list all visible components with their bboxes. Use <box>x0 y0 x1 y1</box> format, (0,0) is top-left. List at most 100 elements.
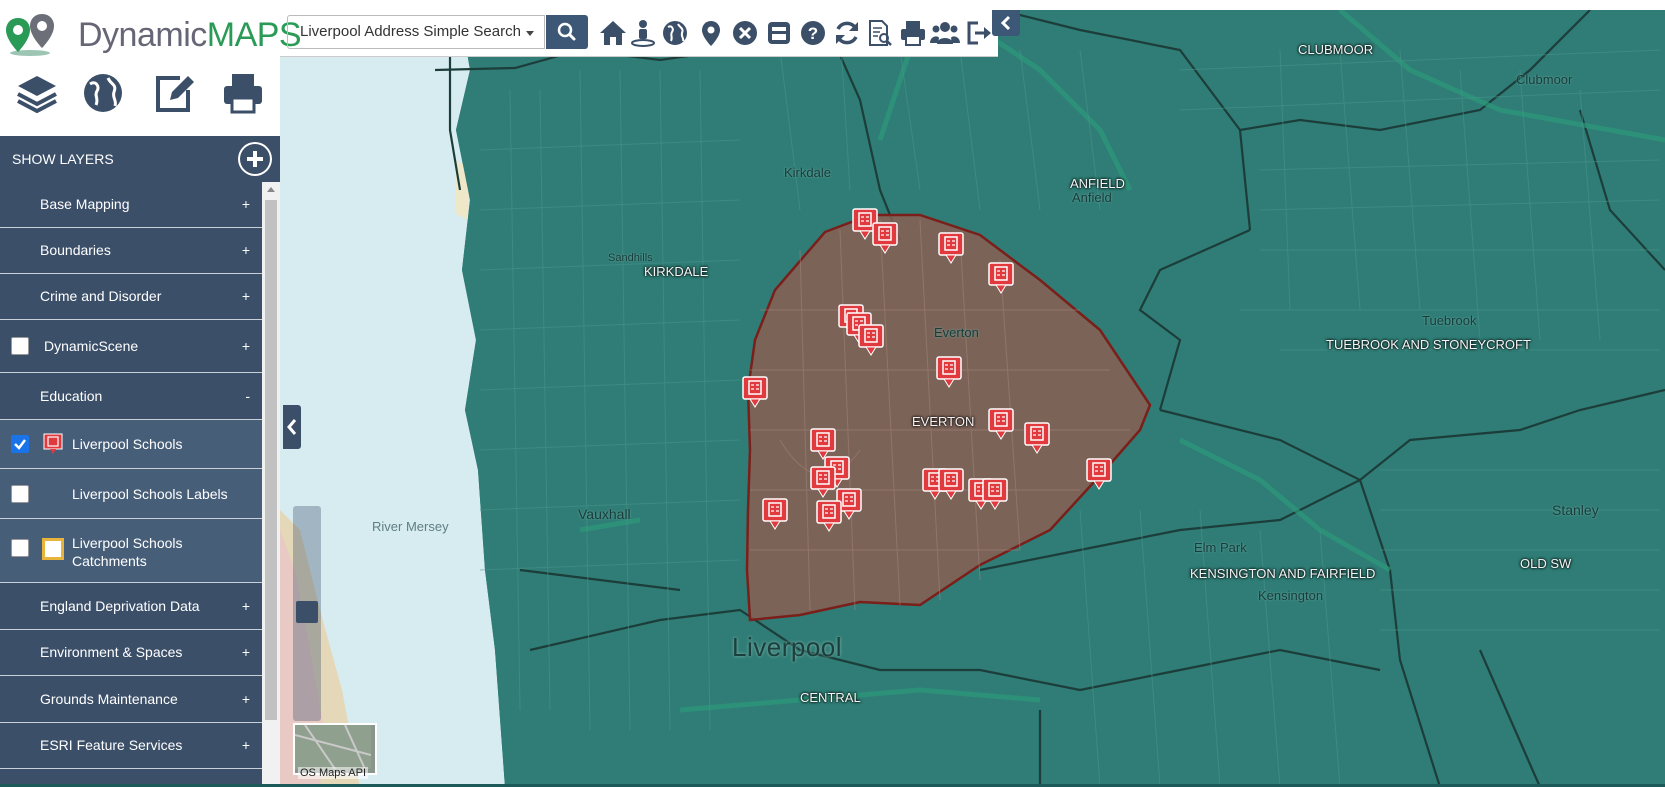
layer-dynamicscene[interactable]: DynamicScene + <box>0 320 262 373</box>
document-search-icon[interactable] <box>864 18 894 48</box>
map-marker-icon[interactable] <box>696 18 726 48</box>
layer-label: England Deprivation Data <box>40 598 200 614</box>
layer-environment-spaces[interactable]: Environment & Spaces + <box>0 630 262 676</box>
map-canvas[interactable]: CLUBMOOR Clubmoor ANFIELD Anfield KIRKDA… <box>280 10 1665 787</box>
side-panel-collapse-button[interactable] <box>283 405 301 449</box>
plus-circle-icon <box>240 144 270 174</box>
layer-liverpool-schools-catchments[interactable]: Liverpool Schools Catchments <box>0 519 262 583</box>
refresh-icon[interactable] <box>832 18 862 48</box>
expand-toggle[interactable]: + <box>242 598 250 614</box>
school-icon <box>762 498 788 530</box>
search-button[interactable] <box>546 15 588 49</box>
school-marker[interactable] <box>988 408 1014 440</box>
school-marker[interactable] <box>988 262 1014 294</box>
minimap-image <box>294 724 372 770</box>
layer-boundaries[interactable]: Boundaries + <box>0 228 262 274</box>
layer-checkbox[interactable] <box>11 485 29 503</box>
layers-icon[interactable] <box>14 70 60 116</box>
school-marker[interactable] <box>742 376 768 408</box>
school-marker[interactable] <box>982 478 1008 510</box>
expand-toggle[interactable]: + <box>242 288 250 304</box>
layer-crime-and-disorder[interactable]: Crime and Disorder + <box>0 274 262 320</box>
layer-liverpool-schools[interactable]: Liverpool Schools <box>0 420 262 469</box>
close-circle-icon[interactable] <box>730 18 760 48</box>
school-marker[interactable] <box>858 324 884 356</box>
school-marker[interactable] <box>936 356 962 388</box>
expand-toggle[interactable]: + <box>242 338 250 354</box>
app-frame: CLUBMOOR Clubmoor ANFIELD Anfield KIRKDA… <box>0 0 1665 787</box>
school-marker[interactable] <box>872 222 898 254</box>
expand-toggle[interactable]: + <box>242 196 250 212</box>
street-view-icon[interactable] <box>628 18 658 48</box>
edit-icon[interactable] <box>150 70 196 116</box>
expand-toggle[interactable]: + <box>242 737 250 753</box>
layer-label: Liverpool Schools Catchments <box>72 535 183 569</box>
school-icon <box>936 356 962 388</box>
label-liverpool: Liverpool <box>732 632 843 662</box>
logo-pins-icon <box>6 14 54 56</box>
globe-icon[interactable] <box>660 18 690 48</box>
zoom-slider-handle[interactable] <box>296 601 318 623</box>
school-marker[interactable] <box>762 498 788 530</box>
show-layers-header[interactable]: SHOW LAYERS <box>0 136 280 182</box>
globe-tab-icon[interactable] <box>80 70 126 116</box>
map-base-layer <box>280 10 1665 787</box>
users-icon[interactable] <box>930 18 960 48</box>
label-tuebrook-ward: TUEBROOK AND STONEYCROFT <box>1326 337 1531 352</box>
school-marker[interactable] <box>810 466 836 498</box>
check-icon <box>14 439 26 450</box>
side-panel: SHOW LAYERS Base Mapping + Boundaries + … <box>0 56 280 787</box>
collapse-toggle[interactable]: - <box>245 388 250 404</box>
chevron-left-icon <box>287 419 297 435</box>
layer-checkbox[interactable] <box>11 337 29 355</box>
label-old-swan: OLD SW <box>1520 556 1572 571</box>
school-marker[interactable] <box>1086 458 1112 490</box>
school-marker[interactable] <box>1024 422 1050 454</box>
sign-out-icon[interactable] <box>964 18 994 48</box>
layer-label: ESRI Feature Services <box>40 737 183 753</box>
expand-toggle[interactable]: + <box>242 691 250 707</box>
layer-label: Crime and Disorder <box>40 288 162 304</box>
layer-england-deprivation-data[interactable]: England Deprivation Data + <box>0 583 262 630</box>
layer-base-mapping[interactable]: Base Mapping + <box>0 182 262 228</box>
school-marker[interactable] <box>938 468 964 500</box>
school-icon <box>1086 458 1112 490</box>
add-layer-button[interactable] <box>238 142 272 176</box>
label-stanley: Stanley <box>1552 502 1599 518</box>
label-central-ward: CENTRAL <box>800 690 861 705</box>
layer-checkbox[interactable] <box>11 539 29 557</box>
school-icon <box>988 408 1014 440</box>
toolbar-collapse-button[interactable] <box>992 10 1020 36</box>
school-icon <box>988 262 1014 294</box>
expand-toggle[interactable]: + <box>242 242 250 258</box>
scroll-up-icon[interactable] <box>262 182 280 196</box>
layer-education[interactable]: Education - <box>0 373 262 420</box>
layer-list: Base Mapping + Boundaries + Crime and Di… <box>0 182 262 787</box>
school-marker[interactable] <box>816 500 842 532</box>
logo-text-dynamic: Dynamic <box>78 16 207 54</box>
layer-list-scrollbar[interactable] <box>262 182 280 787</box>
home-icon[interactable] <box>598 18 628 48</box>
search-type-select[interactable]: Liverpool Address Simple Search <box>287 15 545 49</box>
layer-esri-feature-services[interactable]: ESRI Feature Services + <box>0 723 262 769</box>
label-elm-park: Elm Park <box>1194 540 1247 555</box>
layer-liverpool-schools-labels[interactable]: Liverpool Schools Labels <box>0 469 262 519</box>
label-kirkdale: Kirkdale <box>784 165 831 180</box>
layer-grounds-maintenance[interactable]: Grounds Maintenance + <box>0 676 262 723</box>
side-panel-tabs <box>0 56 280 136</box>
window-icon[interactable] <box>764 18 794 48</box>
help-icon[interactable]: ? <box>798 18 828 48</box>
layer-checkbox-checked[interactable] <box>11 435 29 453</box>
print-tab-icon[interactable] <box>220 70 266 116</box>
school-marker[interactable] <box>938 232 964 264</box>
label-river-mersey: River Mersey <box>372 519 449 534</box>
school-icon <box>872 222 898 254</box>
school-icon <box>1024 422 1050 454</box>
print-icon[interactable] <box>898 18 928 48</box>
school-icon <box>742 376 768 408</box>
label-anfield-small: Anfield <box>1072 190 1112 205</box>
scrollbar-thumb[interactable] <box>265 200 277 720</box>
expand-toggle[interactable]: + <box>242 644 250 660</box>
school-icon <box>938 468 964 500</box>
layer-label: Grounds Maintenance <box>40 691 178 707</box>
